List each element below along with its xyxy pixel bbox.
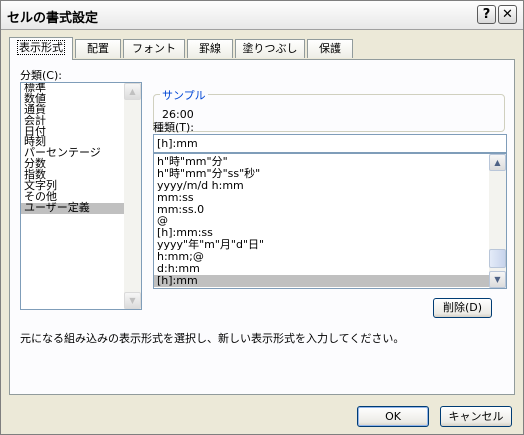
sample-label: サンプル bbox=[160, 87, 208, 103]
format-item[interactable]: yyyy/m/d h:mm bbox=[154, 179, 489, 192]
title-bar[interactable]: セルの書式設定 ? ✕ bbox=[1, 1, 523, 30]
scroll-thumb[interactable] bbox=[489, 249, 506, 268]
format-item[interactable]: mm:ss.0 bbox=[154, 203, 489, 216]
format-item[interactable]: d:h:mm bbox=[154, 263, 489, 275]
tab-alignment[interactable]: 配置 bbox=[75, 39, 121, 58]
category-scrollbar[interactable]: ▲ ▼ bbox=[124, 83, 141, 309]
scroll-up-icon[interactable]: ▲ bbox=[489, 154, 506, 171]
category-items: 標準 数値 通貨 会計 日付 時刻 パーセンテージ 分数 指数 文字列 その他 ユーザー定義 bbox=[21, 83, 124, 214]
scroll-down-icon[interactable]: ▼ bbox=[124, 292, 141, 309]
description-text: 元になる組み込みの表示形式を選択し、新しい表示形式を入力してください。 bbox=[20, 332, 405, 345]
tab-number-format[interactable]: 表示形式 bbox=[9, 37, 73, 60]
tab-fill[interactable]: 塗りつぶし bbox=[235, 39, 305, 58]
tab-panel: 分類(C): 標準 数値 通貨 会計 日付 時刻 パーセンテージ 分数 指数 文字列 その他 ユーザー… bbox=[9, 59, 515, 395]
tab-border[interactable]: 罫線 bbox=[187, 39, 233, 58]
scroll-down-icon[interactable]: ▼ bbox=[489, 271, 506, 288]
format-item[interactable]: yyyy"年"m"月"d"日" bbox=[154, 239, 489, 251]
category-label: 分類(C): bbox=[20, 69, 62, 82]
scroll-up-icon[interactable]: ▲ bbox=[124, 83, 141, 100]
format-listbox[interactable]: h"時"mm"分" h"時"mm"分"ss"秒" yyyy/m/d h:mm mm:s… bbox=[153, 153, 507, 289]
ok-button[interactable]: OK bbox=[357, 406, 429, 427]
category-listbox[interactable]: 標準 数値 通貨 会計 日付 時刻 パーセンテージ 分数 指数 文字列 その他 ユーザー定義 ▲ ▼ bbox=[20, 82, 142, 310]
format-item[interactable]: mm:ss bbox=[154, 191, 489, 204]
type-input[interactable]: [h]:mm bbox=[153, 134, 507, 153]
close-button[interactable]: ✕ bbox=[498, 5, 517, 24]
tab-protection[interactable]: 保護 bbox=[307, 39, 353, 58]
format-item[interactable]: h:mm;@ bbox=[154, 251, 489, 263]
format-items: h"時"mm"分" h"時"mm"分"ss"秒" yyyy/m/d h:mm mm:s… bbox=[154, 156, 489, 287]
sample-groupbox: サンプル 26:00 bbox=[153, 87, 505, 132]
format-scrollbar[interactable]: ▲ ▼ bbox=[489, 154, 506, 288]
tab-label: 表示形式 bbox=[17, 40, 65, 55]
cancel-button[interactable]: キャンセル bbox=[440, 406, 512, 427]
category-item[interactable]: ユーザー定義 bbox=[21, 202, 124, 214]
dialog-title: セルの書式設定 bbox=[7, 11, 99, 26]
format-cells-dialog: セルの書式設定 ? ✕ 表示形式 配置 フォント 罫線 塗りつぶし 保護 分類(… bbox=[0, 0, 524, 435]
type-label: 種類(T): bbox=[153, 121, 195, 134]
format-item[interactable]: h"時"mm"分"ss"秒" bbox=[154, 167, 489, 180]
format-item[interactable]: [h]:mm bbox=[154, 275, 489, 287]
help-button[interactable]: ? bbox=[477, 5, 496, 24]
tab-font[interactable]: フォント bbox=[123, 39, 185, 58]
delete-button[interactable]: 削除(D) bbox=[433, 298, 492, 318]
